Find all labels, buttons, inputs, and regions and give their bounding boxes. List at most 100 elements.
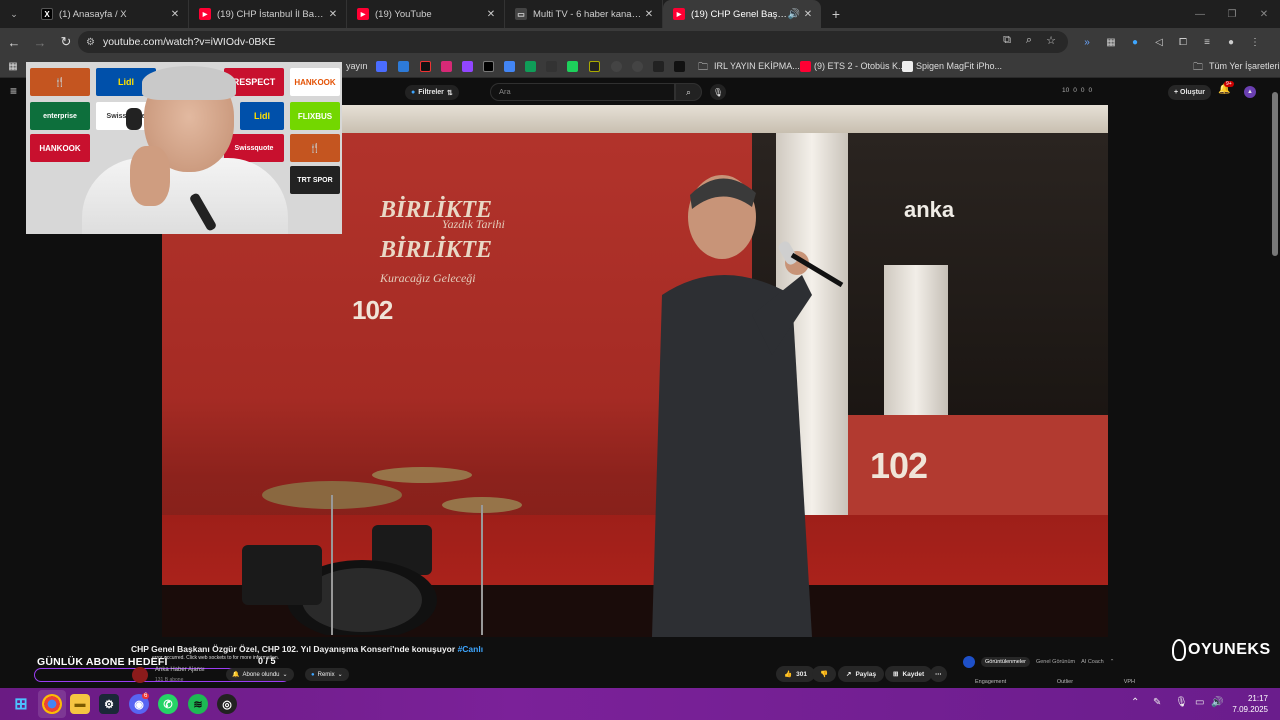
save-button[interactable]: ⊞ Kaydet (885, 666, 933, 682)
search-button[interactable]: ⌕ (675, 83, 702, 101)
close-window-icon[interactable]: ✕ (1248, 0, 1280, 28)
docs-icon[interactable] (504, 61, 515, 72)
bookmark-spigen[interactable]: Spigen MagFit iPho... (916, 61, 1002, 71)
search-input[interactable]: Ara (490, 83, 675, 101)
channel-avatar[interactable] (132, 667, 148, 683)
twitch-icon[interactable] (462, 61, 473, 72)
subscribed-button[interactable]: 🔔 Abone olundu ⌄ (226, 668, 294, 681)
volume-icon[interactable]: 🔊 (1211, 697, 1223, 708)
reading-list-icon[interactable]: ≡ (1195, 32, 1219, 52)
tab-chp-istanbul[interactable]: ▶ (19) CHP İstanbul İl Başkanlığı ö ✕ (189, 0, 347, 28)
bookmark-folder-irl[interactable]: IRL YAYIN EKİPMA... (714, 61, 800, 71)
speaker-icon[interactable]: ◁ (1147, 32, 1171, 52)
forward-button[interactable]: → (28, 30, 52, 54)
location-pin-icon (1172, 639, 1186, 661)
remix-button[interactable]: ● Remix ⌄ (305, 668, 349, 681)
zoom-icon[interactable]: ⌕ (1018, 34, 1040, 47)
sheets-icon[interactable] (525, 61, 536, 72)
bookmark-icon[interactable] (589, 61, 600, 72)
tab-views[interactable]: Görüntülenmeler (981, 657, 1030, 667)
extension-icon[interactable]: ● (1123, 32, 1147, 52)
network-icon[interactable]: ▭ (1195, 697, 1204, 708)
bookmark-icon[interactable] (567, 61, 578, 72)
all-bookmarks[interactable]: Tüm Yer İşaretleri (1209, 61, 1280, 71)
pen-icon[interactable]: ✎ (1153, 697, 1161, 708)
apps-grid-icon[interactable]: ▦ (0, 61, 26, 72)
bookmark-icon[interactable] (611, 61, 622, 72)
channel-name[interactable]: Anka Haber Ajansı (155, 667, 205, 673)
channel-subscribers: 131 B abone (155, 677, 184, 683)
video-overlay-script: Kuracağız Geleceği (380, 271, 476, 285)
bookmark-icon[interactable] (546, 61, 557, 72)
mic-icon[interactable]: 🎙 (1175, 697, 1188, 708)
tab-multi-tv[interactable]: ▭ Multi TV - 6 haber kanalını aynı ✕ (505, 0, 663, 28)
close-icon[interactable]: ✕ (801, 9, 815, 20)
site-info-icon[interactable]: ⚙ (86, 37, 95, 48)
extension-icon[interactable]: ▦ (1099, 32, 1123, 52)
sponsor-logo: HANKOOK (290, 68, 340, 96)
bookmark-icon[interactable] (632, 61, 643, 72)
spotify-icon[interactable]: ≋ (188, 694, 208, 714)
filters-button[interactable]: ● Filtreler ⇅ (405, 85, 459, 100)
oyuneks-logo: OYUNEKS (1172, 639, 1271, 661)
folder-icon: 🗀 (698, 62, 708, 73)
bookmark-icon[interactable] (653, 61, 664, 72)
close-icon[interactable]: ✕ (168, 9, 182, 20)
puzzle-icon[interactable]: ⧠ (1171, 32, 1195, 52)
profile-icon[interactable]: ● (1219, 32, 1243, 52)
new-tab-button[interactable]: + (825, 6, 847, 22)
create-button[interactable]: + Oluştur (1168, 85, 1211, 100)
tab-ai-coach[interactable]: AI Coach (1081, 659, 1104, 665)
bookmark-partial[interactable]: yayın (346, 61, 368, 71)
extension-icon[interactable]: » (1075, 32, 1099, 52)
tab-overview[interactable]: Genel Görünüm (1036, 659, 1075, 665)
tab-twitter[interactable]: X (1) Anasayfa / X ✕ (31, 0, 189, 28)
more-horiz-icon: ⋯ (935, 671, 942, 678)
close-icon[interactable]: ✕ (484, 9, 498, 20)
tab-chp-genel-baskani[interactable]: ▶ (19) CHP Genel Başkanı Özg 🔊 ✕ (663, 0, 821, 28)
reload-button[interactable]: ↻ (54, 30, 78, 54)
share-button[interactable]: ↗ Paylaş (838, 666, 885, 682)
discord-badge: 6 (142, 693, 150, 699)
more-vert-icon[interactable]: ⋮ (1243, 32, 1267, 52)
chrome-icon[interactable] (42, 694, 62, 714)
file-explorer-icon[interactable]: ▬ (70, 694, 90, 714)
x-logo-icon[interactable] (483, 61, 494, 72)
close-icon[interactable]: ✕ (326, 9, 340, 20)
tab-youtube[interactable]: ▶ (19) YouTube ✕ (347, 0, 505, 28)
speaker-icon[interactable]: 🔊 (787, 9, 801, 20)
taskbar-clock[interactable]: 21:17 7.09.2025 (1232, 693, 1268, 715)
chevron-up-icon[interactable]: ⌃ (1110, 659, 1115, 665)
account-avatar[interactable]: ▲ (1244, 86, 1256, 98)
chevron-up-icon[interactable]: ⌃ (1131, 697, 1139, 708)
minimize-icon[interactable]: — (1184, 0, 1216, 28)
live-hashtag[interactable]: #Canlı (458, 644, 484, 654)
sponsor-logo: HANKOOK (30, 134, 90, 162)
subscribed-label: Abone olundu (242, 671, 280, 678)
voice-search-button[interactable]: 🎙 (710, 84, 726, 100)
dislike-button[interactable]: 👎 (812, 666, 837, 682)
bookmark-icon[interactable] (674, 61, 685, 72)
instagram-icon[interactable] (441, 61, 452, 72)
windows-start-icon[interactable]: ⊞ (11, 694, 31, 714)
filters-label: Filtreler (418, 89, 444, 96)
restore-icon[interactable]: ❐ (1216, 0, 1248, 28)
close-icon[interactable]: ✕ (642, 9, 656, 20)
tab-search-button[interactable]: ⌄ (3, 3, 25, 25)
address-bar[interactable]: ⚙ youtube.com/watch?v=iWIOdv-0BKE ⧉ ⌕ ☆ (78, 31, 1068, 53)
whatsapp-icon[interactable]: ✆ (158, 694, 178, 714)
bookmark-icon[interactable] (398, 61, 409, 72)
page-scrollbar[interactable] (1272, 92, 1278, 256)
bookmark-ets2[interactable]: (9) ETS 2 - Otobüs K... (814, 61, 906, 71)
bookmark-icon[interactable] (376, 61, 387, 72)
video-title: CHP Genel Başkanı Özgür Özel, CHP 102. Y… (131, 644, 483, 654)
star-icon[interactable]: ☆ (1040, 34, 1062, 47)
like-button[interactable]: 👍 301 (776, 666, 815, 682)
hamburger-menu-icon[interactable]: ≡ (10, 84, 17, 98)
bookmark-icon[interactable] (420, 61, 431, 72)
cast-icon[interactable]: ⧉ (996, 34, 1018, 47)
steam-icon[interactable]: ⚙ (99, 694, 119, 714)
more-actions-button[interactable]: ⋯ (930, 666, 947, 682)
back-button[interactable]: ← (2, 30, 26, 54)
obs-icon[interactable]: ◎ (217, 694, 237, 714)
